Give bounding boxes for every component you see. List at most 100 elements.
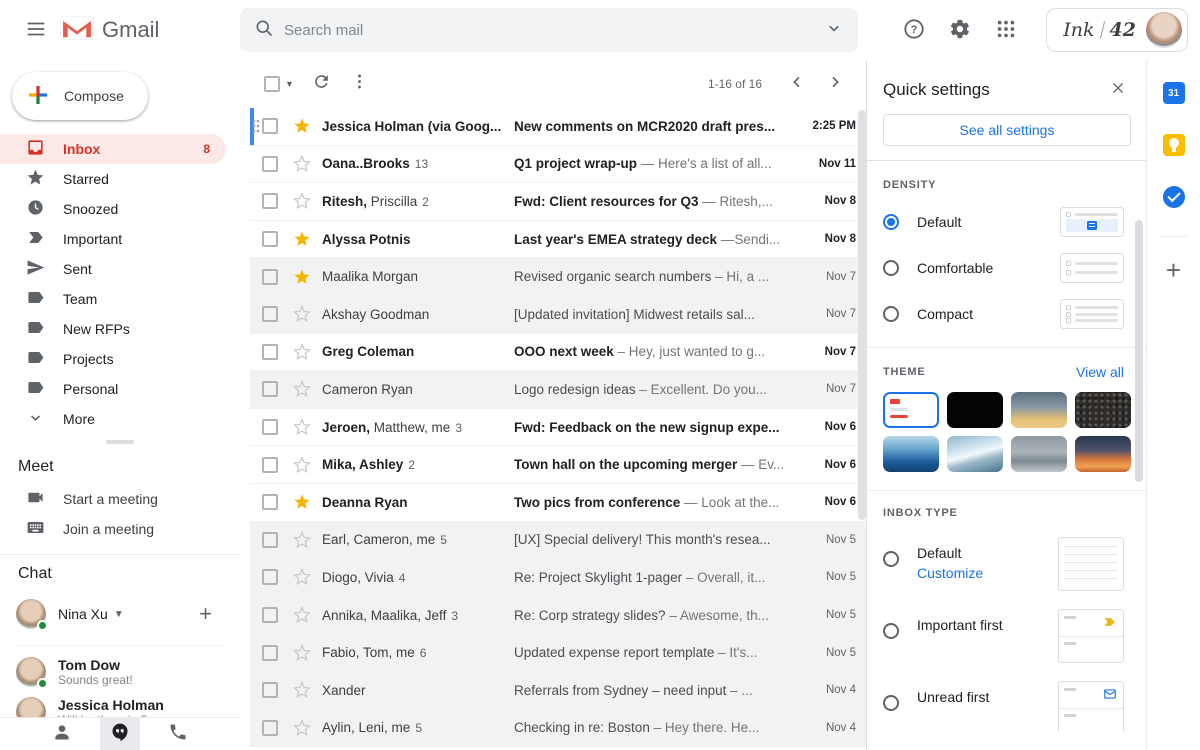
search-input[interactable] [284, 22, 814, 39]
star-icon[interactable] [292, 567, 312, 587]
main-menu-button[interactable] [16, 10, 56, 50]
star-icon[interactable] [292, 680, 312, 700]
star-icon[interactable] [292, 379, 312, 399]
help-button[interactable]: ? [894, 10, 934, 50]
email-row[interactable]: Maalika MorganRevised organic search num… [250, 258, 866, 296]
close-quick-settings-button[interactable] [1106, 78, 1130, 102]
tasks-button[interactable] [1157, 180, 1191, 214]
email-checkbox[interactable] [262, 118, 278, 134]
email-row[interactable]: Cameron RyanLogo redesign ideas – Excell… [250, 371, 866, 409]
theme-tile-sunset[interactable] [1075, 436, 1131, 472]
compose-button[interactable]: Compose [12, 72, 148, 120]
gmail-logo[interactable]: Gmail [60, 15, 159, 46]
email-checkbox[interactable] [262, 306, 278, 322]
theme-tile-coast[interactable] [1011, 436, 1067, 472]
phone-tab-button[interactable] [158, 718, 198, 750]
radio-button[interactable] [883, 214, 899, 230]
email-row[interactable]: Mika, Ashley2Town hall on the upcoming m… [250, 446, 866, 484]
theme-tile-iceberg[interactable] [947, 436, 1003, 472]
sidebar-item-snoozed[interactable]: Snoozed [0, 194, 226, 224]
calendar-button[interactable]: 31 [1157, 76, 1191, 110]
email-row[interactable]: Greg ColemanOOO next week – Hey, just wa… [250, 334, 866, 372]
email-row[interactable]: Akshay Goodman[Updated invitation] Midwe… [250, 296, 866, 334]
meet-item-keyboard[interactable]: Join a meeting [0, 514, 240, 544]
email-row[interactable]: Earl, Cameron, me5[UX] Special delivery!… [250, 522, 866, 560]
email-checkbox[interactable] [262, 457, 278, 473]
star-icon[interactable] [292, 229, 312, 249]
chat-contact-row[interactable]: Tom DowSounds great! [0, 652, 240, 692]
radio-button[interactable] [883, 695, 899, 711]
star-icon[interactable] [292, 643, 312, 663]
email-row[interactable]: Annika, Maalika, Jeff3Re: Corp strategy … [250, 597, 866, 635]
email-checkbox[interactable] [262, 231, 278, 247]
email-row[interactable]: Alyssa PotnisLast year's EMEA strategy d… [250, 221, 866, 259]
inbox-type-option-default[interactable]: DefaultCustomize [883, 537, 1124, 591]
chat-owner-row[interactable]: Nina Xu▼ + [0, 591, 240, 639]
email-checkbox[interactable] [262, 269, 278, 285]
radio-button[interactable] [883, 260, 899, 276]
star-icon[interactable] [292, 304, 312, 324]
workspace-badge[interactable]: Ink42 [1046, 8, 1188, 52]
theme-tile-default[interactable] [883, 392, 939, 428]
sidebar-item-projects[interactable]: Projects [0, 344, 226, 374]
email-checkbox[interactable] [262, 344, 278, 360]
search-options-icon[interactable] [824, 18, 844, 43]
theme-view-all-link[interactable]: View all [1076, 364, 1124, 380]
theme-tile-beach[interactable] [1011, 392, 1067, 428]
email-checkbox[interactable] [262, 532, 278, 548]
more-options-button[interactable] [342, 66, 378, 102]
email-checkbox[interactable] [262, 720, 278, 736]
email-row[interactable]: Aylin, Leni, me5Checking in re: Boston –… [250, 710, 866, 748]
email-checkbox[interactable] [262, 381, 278, 397]
sidebar-item-new-rfps[interactable]: New RFPs [0, 314, 226, 344]
sidebar-resize-handle[interactable] [106, 440, 134, 444]
sidebar-item-starred[interactable]: Starred [0, 164, 226, 194]
star-icon[interactable] [292, 116, 312, 136]
search-bar[interactable] [240, 8, 858, 52]
email-row[interactable]: Jeroen, Matthew, me3Fwd: Feedback on the… [250, 409, 866, 447]
drag-handle-icon[interactable] [251, 118, 261, 134]
hangouts-tab-button[interactable] [100, 718, 140, 750]
radio-button[interactable] [883, 551, 899, 567]
star-icon[interactable] [292, 342, 312, 362]
mail-scrollbar[interactable] [858, 110, 866, 520]
theme-tile-pebbles[interactable] [1075, 392, 1131, 428]
sidebar-item-personal[interactable]: Personal [0, 374, 226, 404]
sidebar-item-sent[interactable]: Sent [0, 254, 226, 284]
meet-item-video[interactable]: Start a meeting [0, 484, 240, 514]
density-option-comfortable[interactable]: Comfortable [883, 253, 1124, 283]
settings-button[interactable] [940, 10, 980, 50]
density-option-compact[interactable]: Compact [883, 299, 1124, 329]
email-row[interactable]: XanderReferrals from Sydney – need input… [250, 672, 866, 710]
email-checkbox[interactable] [262, 645, 278, 661]
star-icon[interactable] [292, 718, 312, 738]
star-icon[interactable] [292, 191, 312, 211]
star-icon[interactable] [292, 492, 312, 512]
email-checkbox[interactable] [262, 193, 278, 209]
keep-button[interactable] [1157, 128, 1191, 162]
star-icon[interactable] [292, 530, 312, 550]
star-icon[interactable] [292, 455, 312, 475]
email-row[interactable]: Diogo, Vivia4Re: Project Skylight 1-page… [250, 559, 866, 597]
sidebar-item-important[interactable]: Important [0, 224, 226, 254]
sidebar-item-more[interactable]: More [0, 404, 226, 434]
theme-tile-ocean[interactable] [883, 436, 939, 472]
refresh-button[interactable] [304, 66, 340, 102]
quick-settings-scrollbar[interactable] [1135, 220, 1143, 482]
see-all-settings-button[interactable]: See all settings [883, 114, 1131, 146]
email-checkbox[interactable] [262, 569, 278, 585]
newer-page-button[interactable] [780, 67, 814, 101]
email-row[interactable]: Deanna RyanTwo pics from conference — Lo… [250, 484, 866, 522]
email-checkbox[interactable] [262, 156, 278, 172]
email-row[interactable]: Jessica Holman (via Goog...New comments … [250, 108, 866, 146]
email-checkbox[interactable] [262, 419, 278, 435]
select-options-icon[interactable]: ▼ [285, 79, 294, 89]
sidebar-item-team[interactable]: Team [0, 284, 226, 314]
email-row[interactable]: Oana..Brooks13Q1 project wrap-up — Here'… [250, 146, 866, 184]
radio-button[interactable] [883, 623, 899, 639]
email-row[interactable]: Fabio, Tom, me6Updated expense report te… [250, 634, 866, 672]
add-addon-button[interactable]: + [1157, 253, 1191, 287]
star-icon[interactable] [292, 154, 312, 174]
new-chat-button[interactable]: + [199, 601, 224, 627]
select-all-checkbox[interactable] [264, 76, 280, 92]
